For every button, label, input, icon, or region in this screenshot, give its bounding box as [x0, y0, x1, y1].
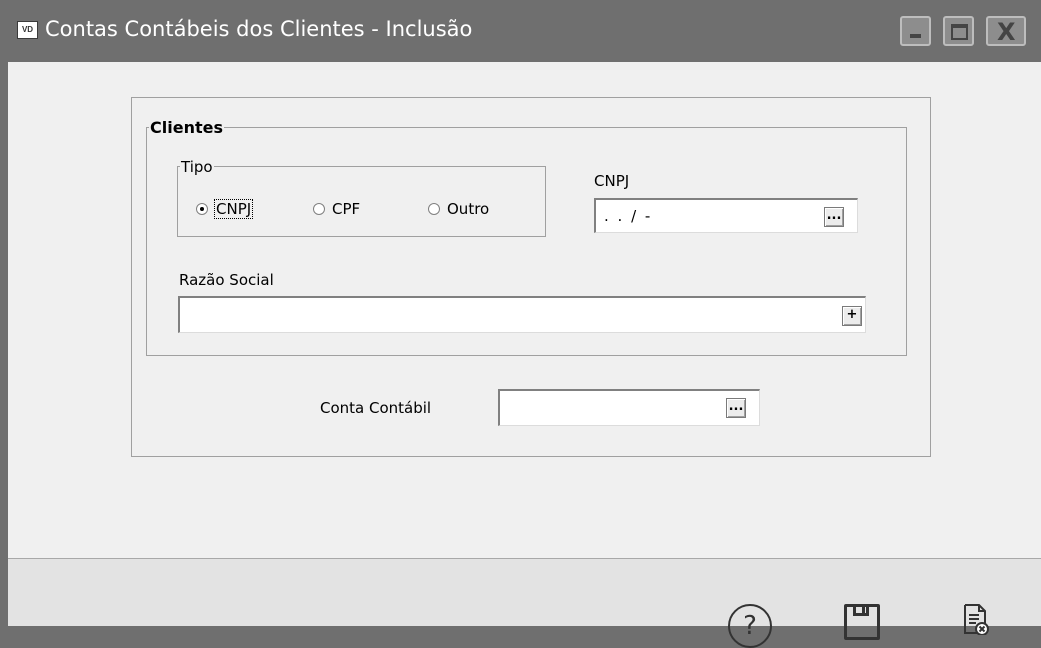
- conta-contabil-label: Conta Contábil: [320, 399, 432, 417]
- minimize-button[interactable]: [900, 16, 931, 46]
- cnpj-lookup-button[interactable]: ...: [824, 207, 844, 227]
- cnpj-mask: . . / -: [604, 207, 653, 225]
- app-icon: VD: [17, 21, 38, 39]
- close-icon: X: [997, 18, 1016, 46]
- dialog-window: VD Contas Contábeis dos Clientes - Inclu…: [8, 0, 1041, 648]
- footer-bar: [8, 558, 1041, 626]
- razao-social-input[interactable]: +: [178, 296, 866, 333]
- razao-social-add-button[interactable]: +: [842, 306, 862, 326]
- radio-empty-icon: [428, 203, 440, 215]
- help-icon[interactable]: ?: [728, 604, 772, 648]
- cancel-document-icon[interactable]: [963, 603, 989, 635]
- title-bar[interactable]: VD Contas Contábeis dos Clientes - Inclu…: [8, 0, 1041, 62]
- cnpj-label: CNPJ: [594, 172, 630, 190]
- radio-cnpj-label: CNPJ: [213, 199, 254, 219]
- cnpj-input[interactable]: . . / - ...: [594, 198, 858, 233]
- tipo-group-label: Tipo: [180, 158, 214, 176]
- window-title: Contas Contábeis dos Clientes - Inclusão: [45, 17, 473, 41]
- radio-cnpj[interactable]: CNPJ: [196, 199, 254, 219]
- radio-outro[interactable]: Outro: [428, 200, 489, 218]
- razao-social-label: Razão Social: [179, 271, 274, 289]
- maximize-button[interactable]: [943, 16, 974, 46]
- radio-cpf-label: CPF: [332, 200, 361, 218]
- radio-outro-label: Outro: [447, 200, 490, 218]
- radio-cpf[interactable]: CPF: [313, 200, 360, 218]
- save-icon[interactable]: [844, 604, 880, 640]
- radio-selected-icon: [196, 203, 208, 215]
- close-button[interactable]: X: [986, 16, 1026, 46]
- conta-contabil-input[interactable]: ...: [498, 389, 760, 426]
- radio-empty-icon: [313, 203, 325, 215]
- conta-contabil-lookup-button[interactable]: ...: [726, 398, 746, 418]
- clientes-group-label: Clientes: [149, 118, 224, 137]
